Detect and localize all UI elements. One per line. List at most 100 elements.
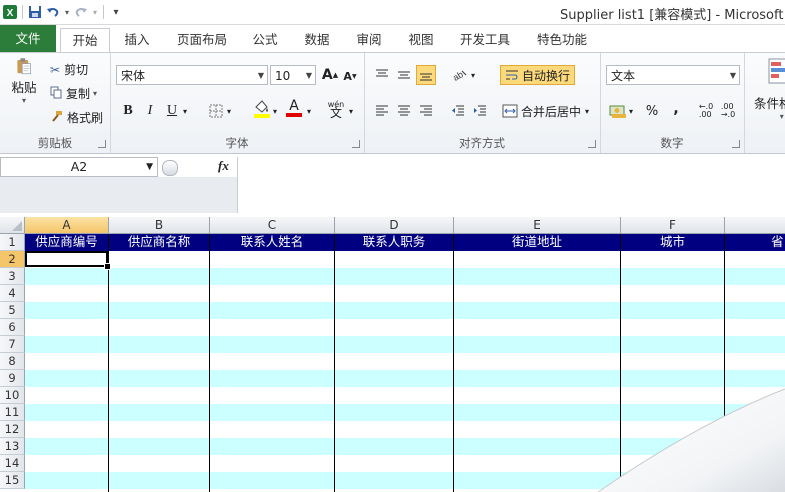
- fx-icon[interactable]: fx: [218, 158, 229, 174]
- format-painter-button[interactable]: 格式刷: [50, 109, 103, 126]
- shrink-font-icon[interactable]: A ▼: [340, 66, 360, 86]
- tab-special-features[interactable]: 特色功能: [531, 28, 593, 52]
- font-launcher-icon[interactable]: [352, 140, 360, 148]
- tab-developer[interactable]: 开发工具: [455, 28, 515, 52]
- bold-button[interactable]: B: [118, 101, 138, 121]
- accounting-dropdown-icon[interactable]: ▾: [626, 101, 636, 121]
- tab-formulas[interactable]: 公式: [246, 28, 284, 52]
- font-color-dropdown-icon[interactable]: ▾: [304, 101, 314, 121]
- cut-label: 剪切: [64, 63, 89, 77]
- tab-page-layout[interactable]: 页面布局: [172, 28, 232, 52]
- text-orientation-icon[interactable]: ab: [450, 65, 470, 85]
- percent-style-button[interactable]: %: [642, 101, 662, 121]
- copy-button[interactable]: 复制 ▾: [50, 85, 97, 102]
- alignment-group-label: 对齐方式: [459, 136, 505, 150]
- decrease-decimal-icon[interactable]: .00 →.0: [718, 101, 738, 121]
- align-top-icon[interactable]: [372, 65, 392, 85]
- copy-icon: [50, 86, 62, 102]
- borders-icon[interactable]: [206, 101, 226, 121]
- number-format-combo[interactable]: 文本 ▼: [606, 65, 740, 85]
- comma-style-button[interactable]: ,: [666, 99, 686, 119]
- conditional-formatting-button[interactable]: 条件格 ▾: [752, 57, 785, 121]
- phonetic-guide-icon[interactable]: wén 文: [326, 99, 346, 119]
- worksheet-grid[interactable]: A B C D E F 供应商编号 供应商名称 联系人姓名 联系人职务 街道地址…: [0, 217, 785, 492]
- ribbon-tabs: 文件 开始 插入 页面布局 公式 数据 审阅 视图 开发工具 特色功能: [0, 25, 785, 54]
- quick-access-toolbar: X ▾ ▾ ▾: [2, 3, 124, 21]
- merge-center-button[interactable]: 合并后居中 ▾: [502, 101, 589, 121]
- formula-bar: A2 ▼ fx: [0, 157, 785, 213]
- redo-dropdown-icon[interactable]: ▾: [91, 4, 99, 20]
- fill-color-icon[interactable]: [252, 99, 272, 119]
- accounting-format-icon[interactable]: [608, 101, 628, 121]
- qat-separator: [22, 5, 23, 19]
- qat-separator: [103, 5, 104, 19]
- clipboard-group-label: 剪贴板: [37, 136, 73, 150]
- tab-review[interactable]: 审阅: [350, 28, 388, 52]
- orientation-dropdown-icon[interactable]: ▾: [468, 65, 478, 85]
- number-group: 文本 ▼ ▾ % , ←.0 .00 .00 →.0 数字: [600, 53, 745, 153]
- tab-data[interactable]: 数据: [298, 28, 336, 52]
- wrap-text-button[interactable]: 自动换行: [500, 65, 576, 85]
- fill-color-dropdown-icon[interactable]: ▾: [270, 101, 280, 121]
- font-name-dropdown-icon[interactable]: ▼: [258, 66, 264, 86]
- undo-dropdown-icon[interactable]: ▾: [63, 4, 71, 20]
- increase-decimal-icon[interactable]: ←.0 .00: [696, 101, 716, 121]
- styles-group: 条件格 ▾: [744, 53, 785, 153]
- wrap-text-label: 自动换行: [522, 68, 571, 83]
- font-group-label: 字体: [225, 136, 249, 150]
- number-format-dropdown-icon[interactable]: ▼: [730, 66, 736, 86]
- align-center-icon[interactable]: [394, 101, 414, 121]
- borders-dropdown-icon[interactable]: ▾: [224, 101, 234, 121]
- font-group: 宋体 ▼ 10 ▼ A ▲ A ▼ B I U ▾ ▾ ▾ A ▾ wén 文 ▾ 字体: [110, 53, 365, 153]
- excel-icon[interactable]: X: [2, 4, 18, 20]
- paste-button[interactable]: 粘贴 ▾: [8, 57, 40, 105]
- paste-label: 粘贴: [11, 80, 37, 95]
- conditional-formatting-icon: [768, 58, 785, 84]
- svg-text:ab: ab: [452, 69, 465, 82]
- underline-button[interactable]: U: [162, 101, 182, 121]
- scissors-icon: ✂: [50, 62, 61, 77]
- tab-home[interactable]: 开始: [60, 28, 110, 54]
- clipboard-launcher-icon[interactable]: [98, 140, 106, 148]
- tab-view[interactable]: 视图: [402, 28, 440, 52]
- align-left-icon[interactable]: [372, 101, 392, 121]
- merge-center-label: 合并后居中: [521, 104, 582, 119]
- customize-qat-icon[interactable]: ▾: [108, 4, 124, 20]
- paste-icon: [17, 58, 31, 75]
- undo-icon[interactable]: [45, 4, 61, 20]
- number-format-value: 文本: [611, 69, 636, 83]
- merge-dropdown-icon[interactable]: ▾: [585, 107, 589, 116]
- conditional-formatting-label: 条件格: [754, 96, 785, 111]
- conditional-dropdown-icon[interactable]: ▾: [780, 112, 784, 121]
- italic-button[interactable]: I: [140, 101, 160, 121]
- formula-bar-resize-handle[interactable]: [162, 160, 178, 176]
- underline-dropdown-icon[interactable]: ▾: [180, 101, 190, 121]
- redo-icon[interactable]: [73, 4, 89, 20]
- decrease-indent-icon[interactable]: [448, 101, 468, 121]
- cut-button[interactable]: ✂ 剪切: [50, 61, 88, 78]
- paintbrush-icon: [50, 110, 63, 126]
- font-size-dropdown-icon[interactable]: ▼: [306, 66, 312, 86]
- tab-file[interactable]: 文件: [0, 25, 56, 52]
- phonetic-dropdown-icon[interactable]: ▾: [346, 101, 356, 121]
- clipboard-group: 粘贴 ▾ ✂ 剪切 复制 ▾ 格式刷 剪贴板: [0, 53, 111, 153]
- font-size-value: 10: [275, 69, 291, 83]
- name-box[interactable]: A2 ▼: [0, 157, 158, 177]
- alignment-launcher-icon[interactable]: [588, 140, 596, 148]
- align-bottom-icon[interactable]: [416, 65, 436, 85]
- increase-indent-icon[interactable]: [470, 101, 490, 121]
- font-name-combo[interactable]: 宋体 ▼: [116, 65, 268, 85]
- ribbon: 粘贴 ▾ ✂ 剪切 复制 ▾ 格式刷 剪贴板 宋体 ▼ 10 ▼ A ▲ A ▼…: [0, 52, 785, 154]
- formula-input[interactable]: [237, 157, 785, 213]
- paste-dropdown-icon[interactable]: ▾: [22, 96, 26, 105]
- grow-font-icon[interactable]: A ▲: [320, 65, 340, 85]
- align-right-icon[interactable]: [416, 101, 436, 121]
- tab-insert[interactable]: 插入: [118, 28, 156, 52]
- font-color-icon[interactable]: A: [284, 98, 304, 118]
- name-box-dropdown-icon[interactable]: ▼: [146, 158, 153, 176]
- copy-dropdown-icon[interactable]: ▾: [93, 89, 97, 98]
- save-icon[interactable]: [27, 4, 43, 20]
- number-launcher-icon[interactable]: [732, 140, 740, 148]
- align-middle-icon[interactable]: [394, 65, 414, 85]
- font-size-combo[interactable]: 10 ▼: [270, 65, 316, 85]
